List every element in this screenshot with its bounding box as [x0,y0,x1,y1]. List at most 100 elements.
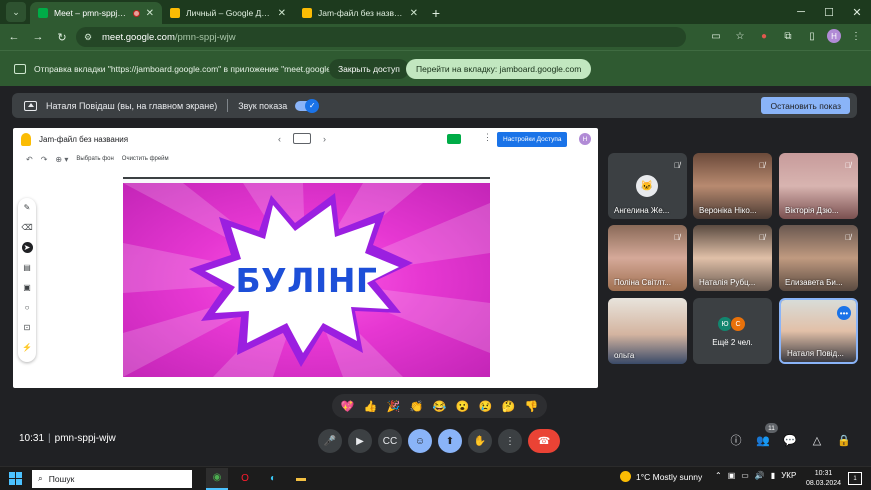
choose-background-button[interactable]: Выбрать фон [76,156,113,162]
tray-chevron-icon[interactable]: ⌃ [715,471,722,480]
clear-frame-button[interactable]: Очистить фрейм [122,156,169,162]
edge-icon[interactable]: ◐ [262,468,284,490]
start-button[interactable] [4,472,26,485]
meet-icon[interactable] [447,134,461,144]
participant-tile[interactable]: 🎙̸ Наталія Рубц... [693,225,772,291]
participant-name: Вікторія Дзю... [785,206,839,215]
side-panel-icon[interactable]: ▯ [803,27,821,45]
reload-icon[interactable]: ↻ [52,27,72,47]
reaction-thumbs-up-icon[interactable]: 👍 [361,400,380,413]
menu-dots-icon[interactable]: ⋮ [847,27,865,45]
volume-icon[interactable]: 🔊 [755,471,765,480]
reaction-sad-icon[interactable]: 😢 [476,400,495,413]
site-info-icon[interactable]: ⚙ [84,32,96,43]
weather-widget[interactable]: 1°C Mostly sunny [620,471,702,482]
tile-options-icon[interactable]: ••• [837,306,851,320]
file-explorer-icon[interactable]: ▬ [290,468,312,490]
reaction-surprised-icon[interactable]: 😮 [453,400,472,413]
circle-icon[interactable]: ○ [22,302,33,313]
stop-presenting-button[interactable]: Остановить показ [761,97,850,114]
reaction-clap-icon[interactable]: 👏 [407,400,426,413]
new-tab-button[interactable]: + [426,2,446,24]
eraser-icon[interactable]: ⌫ [21,222,32,233]
tab-search-button[interactable]: ⌄ [6,2,26,22]
microphone-button[interactable]: 🎤 [318,429,342,453]
switch-tab-button[interactable]: Перейти на вкладку: jamboard.google.com [406,59,592,79]
clock-time: 10:31 [814,470,833,477]
minimize-icon[interactable]: ─ [787,0,815,24]
jamboard-canvas[interactable]: БУЛІНГ [123,177,490,377]
participant-tile[interactable]: 🎙̸ Вікторія Дзю... [779,153,858,219]
reaction-thinking-icon[interactable]: 🤔 [499,400,518,413]
maximize-icon[interactable]: ☐ [815,0,843,24]
meeting-details-icon[interactable]: ⓘ [727,430,745,450]
activities-icon[interactable]: △ [808,430,826,450]
camera-button[interactable]: ▶ [348,429,372,453]
back-icon[interactable]: ← [4,27,24,47]
participant-tile-self[interactable]: ••• Наталя Повід... [779,298,858,364]
opera-icon[interactable]: O [234,468,256,490]
tray-app-icon[interactable]: ▣ [728,471,736,480]
participant-tile[interactable]: 🎙̸ Поліна Світлт... [608,225,687,291]
prev-frame-icon[interactable]: ‹ [278,134,281,144]
participant-tile[interactable]: 🐱 🎙̸ Ангелина Же... [608,153,687,219]
taskbar-clock[interactable]: 10:31 08.03.2024 [806,469,841,489]
tab-jamboard[interactable]: Jam-файл без названия – G ✕ [294,2,426,24]
more-options-button[interactable]: ⋮ [498,429,522,453]
people-icon[interactable]: 👥 [754,430,772,450]
tab-drive[interactable]: Личный – Google Диск ✕ [162,2,294,24]
frames-icon[interactable] [293,133,311,144]
pen-icon[interactable]: ✎ [22,202,33,213]
undo-icon[interactable]: ↶ [26,155,33,164]
participant-tile[interactable]: ольга [608,298,687,364]
forward-icon[interactable]: → [28,27,48,47]
participant-name: Наталія Рубц... [699,278,756,287]
taskbar-search[interactable]: ⌕ Пошук [32,469,192,488]
camera-indicator-icon[interactable]: ▭ [707,27,725,45]
reaction-laugh-icon[interactable]: 😂 [430,400,449,413]
tab-meet[interactable]: Meet – pmn-sppj-wjw ✕ [30,2,162,24]
participant-tile[interactable]: 🎙̸ Елизавета Би... [779,225,858,291]
drive-favicon-icon [170,8,180,18]
close-window-icon[interactable]: ✕ [843,0,871,24]
battery-icon[interactable]: ▮ [771,471,775,480]
reaction-heart-icon[interactable]: 💖 [338,400,357,413]
jamboard-avatar[interactable]: Н [579,133,591,145]
more-options-icon[interactable]: ⋮ [483,132,492,143]
close-tab-icon[interactable]: ✕ [410,8,418,19]
share-settings-button[interactable]: Настройки Доступа [497,132,568,147]
extensions-puzzle-icon[interactable]: ⧉ [779,27,797,45]
chrome-icon[interactable]: ◉ [206,467,228,490]
leave-call-button[interactable]: ☎ [528,429,560,453]
present-button[interactable]: ⬆ [438,429,462,453]
network-icon[interactable]: ▭ [741,471,749,480]
laser-icon[interactable]: ⚡ [22,342,33,353]
participant-tile[interactable]: Ю С Ещё 2 чел. [693,298,772,364]
participant-tile[interactable]: 🎙̸ Вероніка Ніко... [693,153,772,219]
raise-hand-button[interactable]: ✋ [468,429,492,453]
notifications-icon[interactable]: 1 [848,472,862,485]
bookmark-star-icon[interactable]: ☆ [731,27,749,45]
redo-icon[interactable]: ↷ [41,155,48,164]
zoom-icon[interactable]: ⊕ ▾ [55,155,68,164]
profile-avatar[interactable]: Н [827,29,841,43]
next-frame-icon[interactable]: › [323,134,326,144]
host-controls-icon[interactable]: 🔒 [835,430,853,450]
language-indicator[interactable]: УКР [781,471,796,480]
image-icon[interactable]: ▣ [22,282,33,293]
chat-icon[interactable]: 💬 [781,430,799,450]
stop-sharing-button[interactable]: Закрыть доступ [329,59,409,79]
text-box-icon[interactable]: ⊡ [22,322,33,333]
sticky-note-icon[interactable]: ▤ [22,262,33,273]
captions-button[interactable]: CC [378,429,402,453]
extension-icon[interactable]: ● [755,27,773,45]
close-tab-icon[interactable]: ✕ [278,8,286,19]
reaction-party-icon[interactable]: 🎉 [384,400,403,413]
close-tab-icon[interactable]: ✕ [146,8,154,19]
address-bar[interactable]: ⚙ meet.google.com /pmn-sppj-wjw [76,27,686,47]
reactions-button[interactable]: ☺ [408,429,432,453]
share-sound-toggle[interactable]: ✓ [295,98,320,113]
reaction-thumbs-down-icon[interactable]: 👎 [522,400,541,413]
select-icon[interactable]: ➤ [21,242,33,253]
presenting-bar: Наталя Повідаш (вы, на главном экране) З… [12,93,857,118]
